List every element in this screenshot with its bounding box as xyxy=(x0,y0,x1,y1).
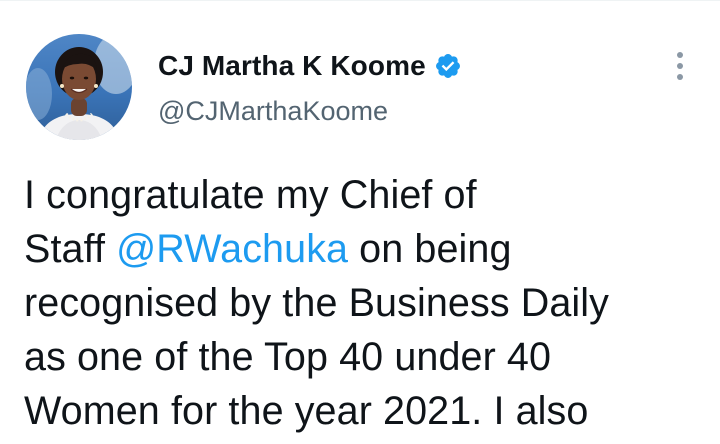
more-dot xyxy=(677,52,683,58)
tweet-line: I congratulate my Chief of xyxy=(24,173,477,217)
mention-link[interactable]: @RWachuka xyxy=(116,227,348,271)
tweet-card: CJ Martha K Koome @CJMarthaKoome I congr… xyxy=(0,0,720,444)
avatar[interactable] xyxy=(26,34,132,140)
author-handle[interactable]: @CJMarthaKoome xyxy=(158,96,388,127)
profile-photo xyxy=(26,34,132,140)
display-name: CJ Martha K Koome xyxy=(158,50,426,81)
tweet-line: recognised by the Business Daily xyxy=(24,281,610,325)
tweet-text-segment: Staff xyxy=(24,227,117,271)
more-dot xyxy=(677,74,683,80)
tweet-line: Women for the year 2021. I also xyxy=(24,389,589,433)
tweet-text-segment: on being xyxy=(348,227,512,271)
author-name-link[interactable]: CJ Martha K Koome xyxy=(158,48,462,84)
verified-badge-icon xyxy=(434,52,462,80)
more-dot xyxy=(677,63,683,69)
tweet-text: I congratulate my Chief of Staff @RWachu… xyxy=(24,168,704,438)
tweet-line: as one of the Top 40 under 40 xyxy=(24,335,552,379)
tweet-line: Staff @RWachuka on being xyxy=(24,222,704,276)
divider xyxy=(0,0,720,1)
more-options-icon[interactable] xyxy=(666,48,694,84)
